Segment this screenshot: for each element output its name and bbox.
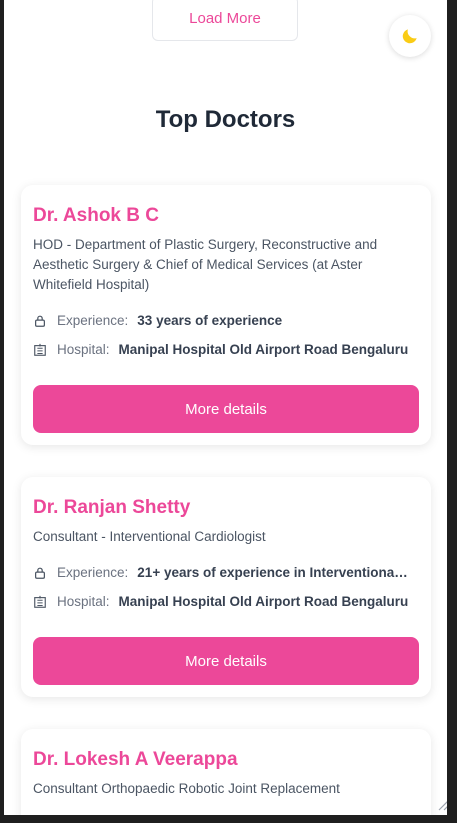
experience-row: Experience: 21+ years of experience in I… bbox=[33, 565, 419, 580]
doctor-name[interactable]: Dr. Ranjan Shetty bbox=[33, 497, 419, 519]
lock-icon bbox=[35, 567, 45, 579]
more-details-button[interactable]: More details bbox=[33, 385, 419, 433]
lock-icon bbox=[35, 315, 45, 327]
resize-grip-icon[interactable] bbox=[436, 797, 447, 811]
experience-label: Experience: bbox=[57, 313, 129, 328]
doctor-description: Consultant Orthopaedic Robotic Joint Rep… bbox=[33, 781, 340, 796]
doctor-card: Dr. Ranjan Shetty Consultant - Intervent… bbox=[21, 477, 431, 697]
moon-icon bbox=[402, 29, 417, 44]
page: Load More Top Doctors Dr. Ashok B C HOD … bbox=[4, 0, 447, 815]
hospital-icon bbox=[34, 343, 46, 356]
doctor-description: Consultant - Interventional Cardiologist bbox=[33, 529, 266, 544]
hospital-row: Hospital: Manipal Hospital Old Airport R… bbox=[33, 342, 419, 357]
experience-row: Experience: 33 years of experience bbox=[33, 313, 419, 328]
hospital-label: Hospital: bbox=[57, 342, 110, 357]
hospital-label: Hospital: bbox=[57, 594, 110, 609]
doctor-card: Dr. Ashok B C HOD - Department of Plasti… bbox=[21, 185, 431, 445]
doctor-description: HOD - Department of Plastic Surgery, Rec… bbox=[33, 237, 378, 292]
load-more-button[interactable]: Load More bbox=[152, 0, 298, 41]
experience-value: 33 years of experience bbox=[137, 313, 283, 328]
theme-toggle-button[interactable] bbox=[389, 15, 431, 57]
experience-label: Experience: bbox=[57, 565, 129, 580]
doctor-name[interactable]: Dr. Lokesh A Veerappa bbox=[33, 749, 419, 771]
doctor-card: Dr. Lokesh A Veerappa Consultant Orthopa… bbox=[21, 729, 431, 815]
hospital-value: Manipal Hospital Old Airport Road Bengal… bbox=[118, 342, 409, 357]
hospital-icon bbox=[34, 595, 46, 608]
hospital-row: Hospital: Manipal Hospital Old Airport R… bbox=[33, 594, 419, 609]
hospital-value: Manipal Hospital Old Airport Road Bengal… bbox=[118, 594, 409, 609]
section-title: Top Doctors bbox=[155, 106, 296, 133]
doctor-name[interactable]: Dr. Ashok B C bbox=[33, 205, 419, 227]
more-details-button[interactable]: More details bbox=[33, 637, 419, 685]
experience-value: 21+ years of experience in Interventiona… bbox=[137, 565, 409, 580]
